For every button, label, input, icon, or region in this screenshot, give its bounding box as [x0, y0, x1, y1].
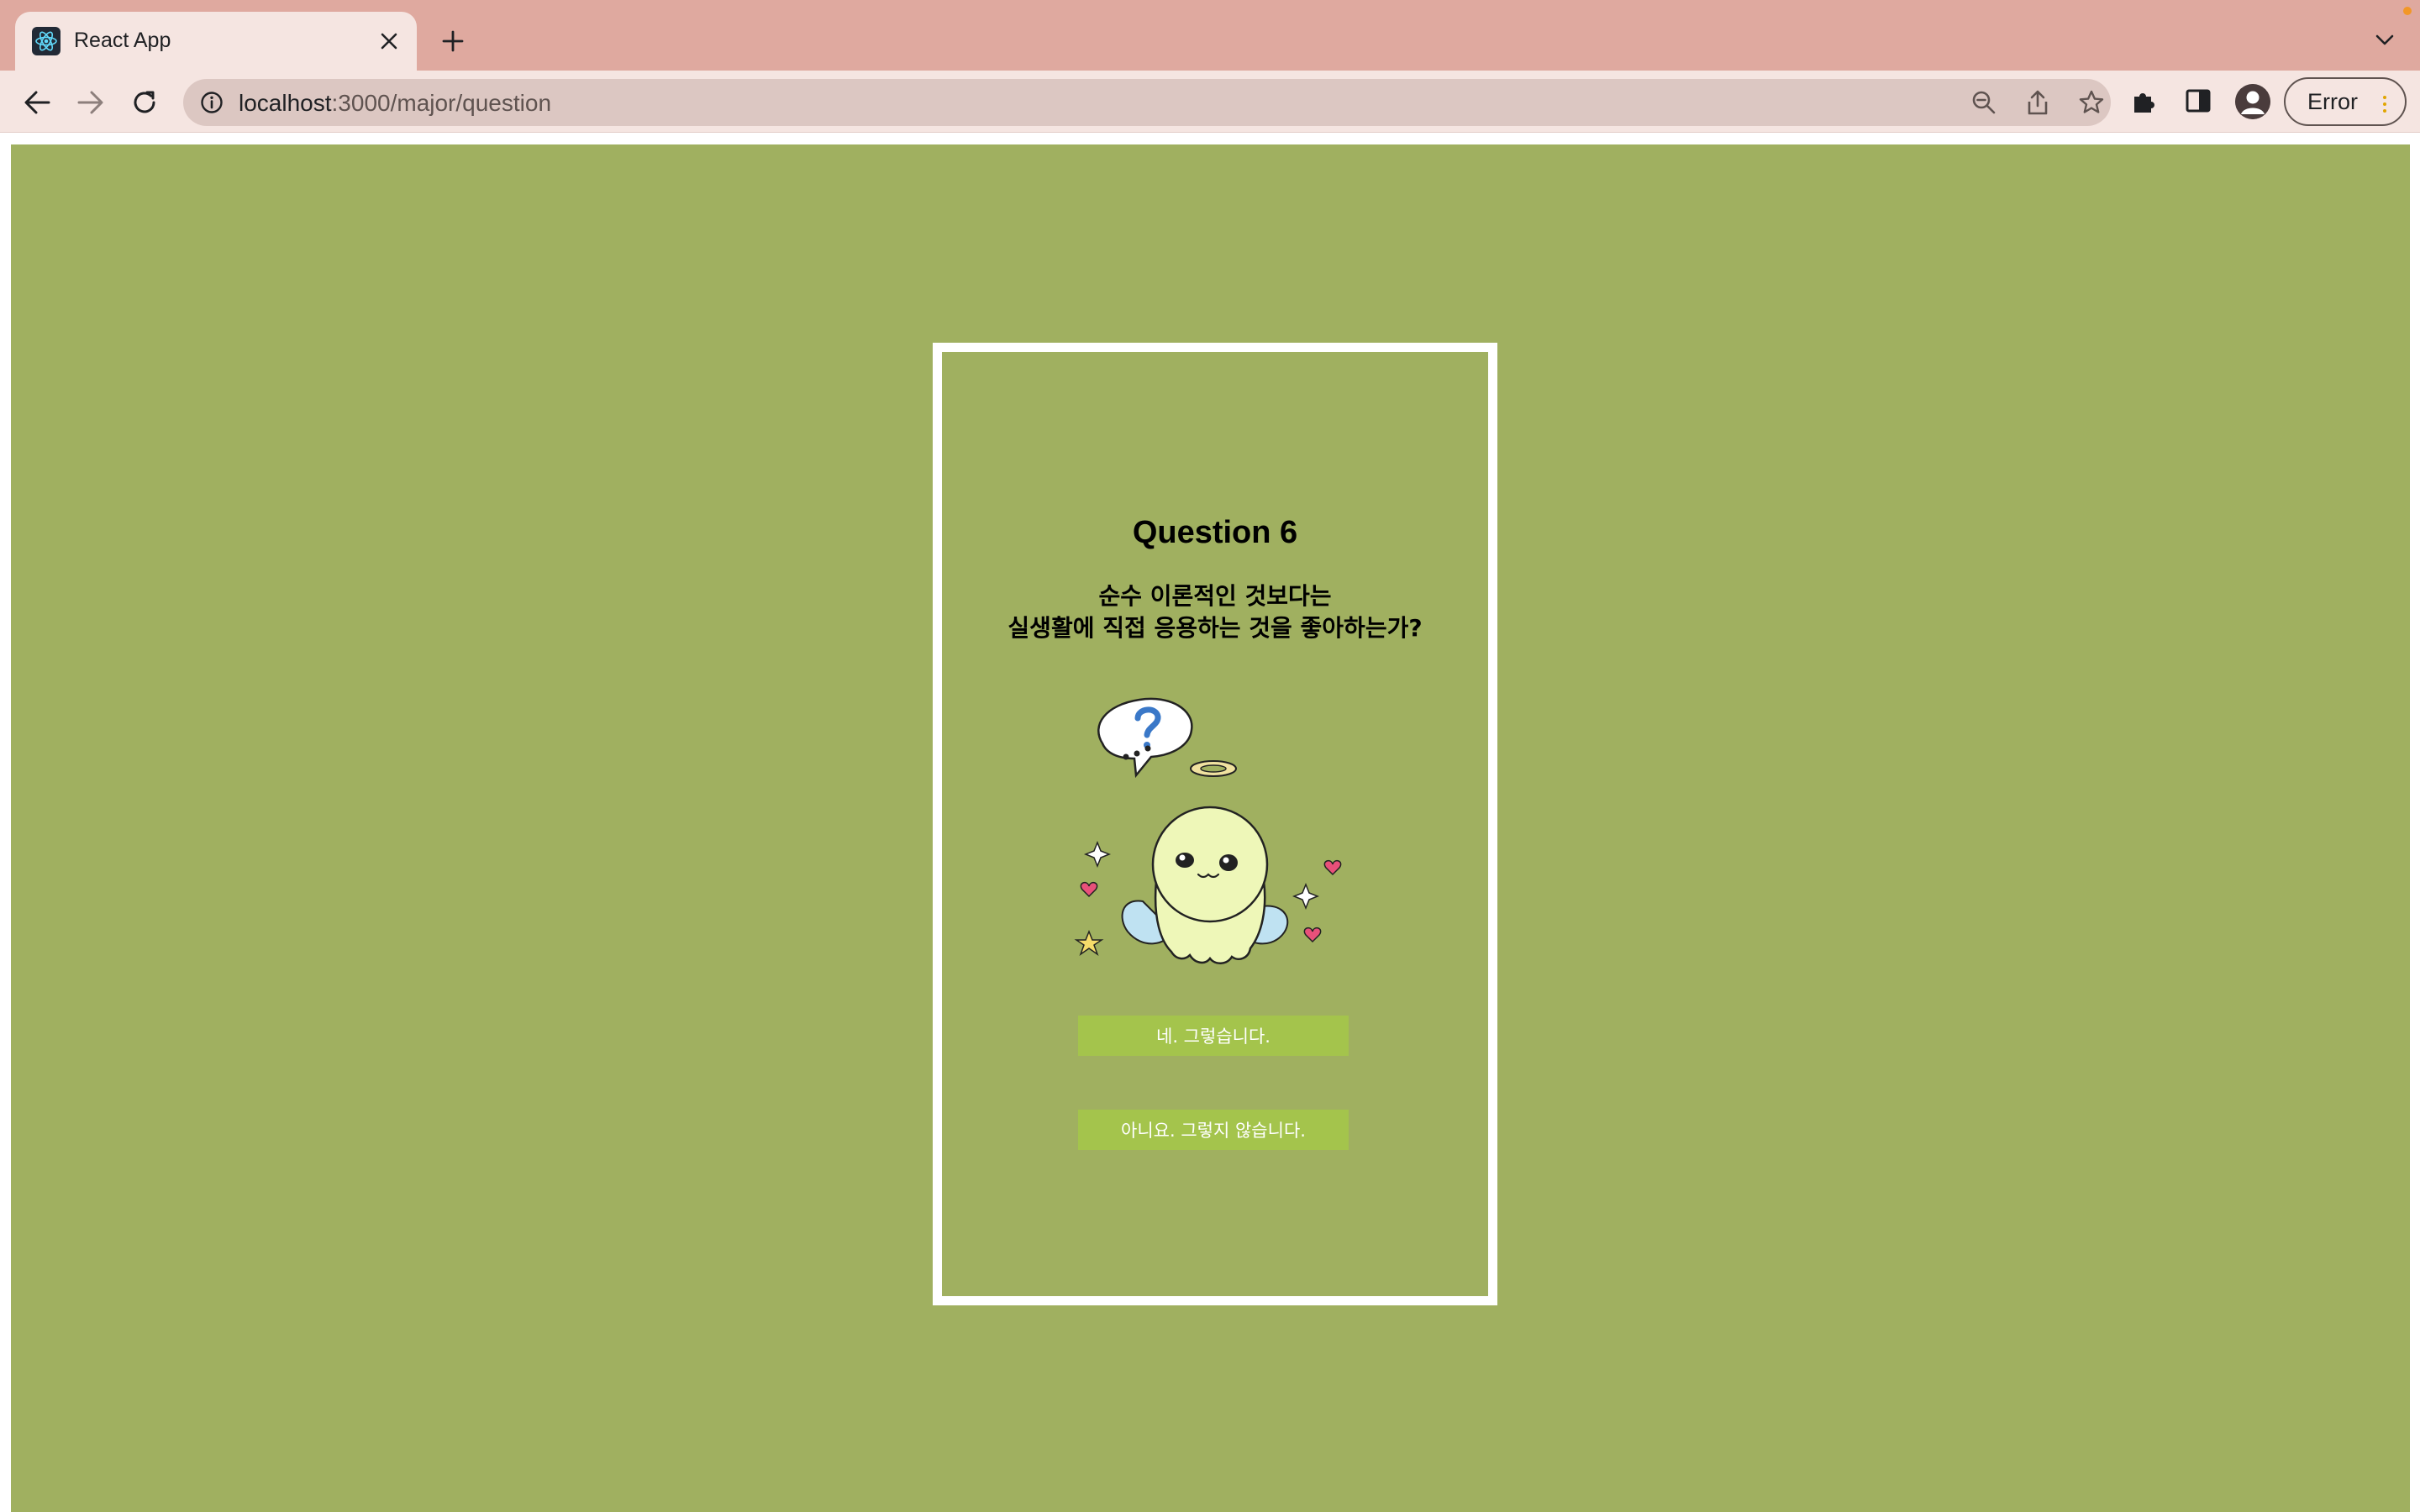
browser-toolbar: localhost:3000/major/question Error — [0, 71, 2420, 133]
notification-dot — [2403, 7, 2412, 15]
tab-strip: React App — [0, 0, 2420, 71]
app-background: Question 6 순수 이론적인 것보다는 실생활에 직접 응용하는 것을 … — [11, 144, 2410, 1512]
zoom-out-icon[interactable] — [1970, 88, 1998, 117]
profile-icon[interactable] — [2235, 84, 2270, 119]
address-bar[interactable]: localhost:3000/major/question — [183, 79, 2111, 126]
puzzle-icon[interactable] — [2126, 82, 2163, 119]
angel-mascot-illustration — [1074, 697, 1342, 964]
info-icon[interactable] — [198, 89, 225, 116]
close-icon[interactable] — [373, 25, 405, 57]
question-line-1: 순수 이론적인 것보다는 — [1098, 582, 1332, 610]
url-host: localhost — [239, 90, 332, 116]
chevron-down-icon[interactable] — [2368, 24, 2402, 57]
back-arrow-icon[interactable] — [18, 84, 55, 121]
share-icon[interactable] — [2023, 88, 2052, 117]
answer-yes-button[interactable]: 네. 그렇습니다. — [1078, 1016, 1349, 1056]
browser-tab-active[interactable]: React App — [15, 12, 417, 71]
forward-arrow-icon[interactable] — [72, 84, 109, 121]
side-panel-icon[interactable] — [2180, 82, 2217, 119]
more-icon — [2383, 96, 2386, 113]
page-viewport: Question 6 순수 이론적인 것보다는 실생활에 직접 응용하는 것을 … — [0, 133, 2420, 1512]
react-icon — [32, 27, 60, 55]
question-number: Question 6 — [1132, 515, 1298, 550]
reload-icon[interactable] — [126, 84, 163, 121]
profile-error-label: Error — [2307, 88, 2358, 114]
star-icon[interactable] — [2077, 88, 2106, 117]
question-card: Question 6 순수 이론적인 것보다는 실생활에 직접 응용하는 것을 … — [933, 343, 1497, 1305]
url-path: :3000/major/question — [331, 90, 552, 116]
question-text: 순수 이론적인 것보다는 실생활에 직접 응용하는 것을 좋아하는가? — [942, 580, 1488, 644]
answer-no-button[interactable]: 아니요. 그렇지 않습니다. — [1078, 1110, 1349, 1150]
profile-error-button[interactable]: Error — [2284, 77, 2407, 126]
plus-icon[interactable] — [435, 24, 471, 59]
tab-title: React App — [74, 29, 171, 52]
question-line-2: 실생활에 직접 응용하는 것을 좋아하는가? — [1007, 614, 1423, 642]
url-text[interactable]: localhost:3000/major/question — [239, 90, 551, 117]
